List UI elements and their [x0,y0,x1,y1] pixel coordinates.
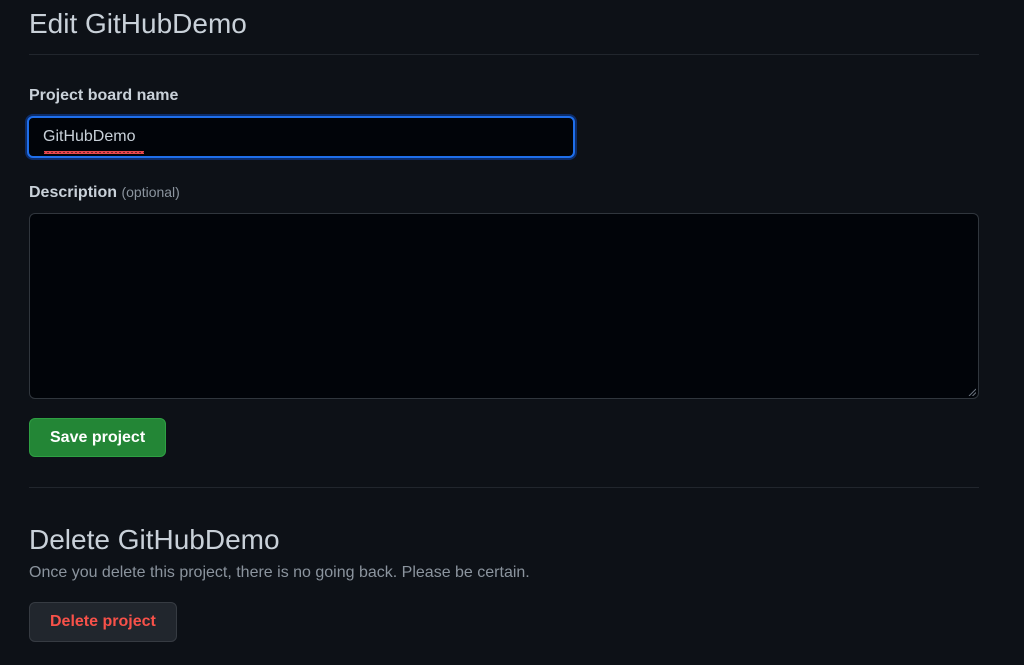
page-title: Edit GitHubDemo [29,0,979,55]
resize-grip-icon[interactable] [968,388,976,396]
save-project-button[interactable]: Save project [29,418,167,457]
settings-container: Edit GitHubDemo Project board name Descr… [27,0,979,642]
section-divider [29,487,979,488]
description-textarea[interactable] [29,213,979,399]
project-name-field [27,116,979,158]
project-name-label-text: Project board name [29,87,179,104]
project-name-label: Project board name [29,86,979,106]
description-label: Description (optional) [29,182,979,203]
delete-project-button[interactable]: Delete project [29,602,177,642]
spellcheck-underline [44,151,144,154]
description-label-text: Description [29,184,118,201]
delete-section-title: Delete GitHubDemo [29,524,280,555]
optional-hint: (optional) [121,184,180,200]
delete-warning-text: Once you delete this project, there is n… [29,564,530,581]
edit-project-page: Edit GitHubDemo Project board name Descr… [0,0,1024,665]
description-field [29,213,979,399]
